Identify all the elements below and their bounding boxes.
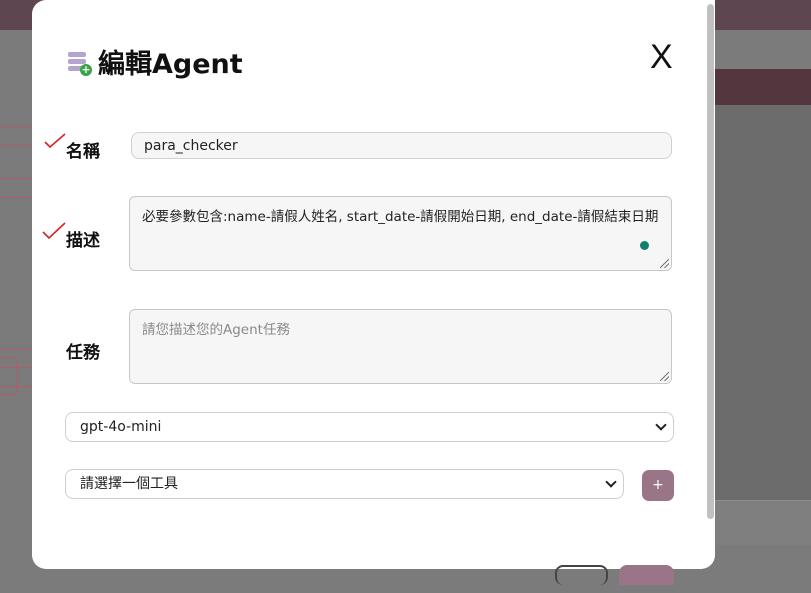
cancel-button[interactable] [555,565,608,585]
model-select[interactable]: gpt-4o-mini [65,412,674,442]
description-textarea[interactable]: 必要參數包含:name-請假人姓名, start_date-請假開始日期, en… [129,196,672,271]
close-button[interactable]: X [650,38,673,77]
status-dot [640,241,649,250]
task-label: 任務 [66,343,100,363]
check-mark-icon [44,133,66,149]
tool-select-value: 請選擇一個工具 [80,476,178,492]
modal-header: + 編輯Agent [68,42,243,81]
background-button [0,357,18,395]
database-add-icon: + [68,49,92,76]
task-textarea[interactable]: 請您描述您的Agent任務 [129,309,672,384]
chevron-down-icon [655,419,667,431]
name-input[interactable]: para_checker [131,132,672,159]
description-label: 描述 [66,231,100,251]
chevron-down-icon [605,476,617,488]
check-mark-icon [42,222,66,240]
add-tool-button[interactable]: + [642,470,674,501]
resize-handle[interactable] [660,372,669,381]
background-panel [715,105,811,500]
description-text: 必要參數包含:name-請假人姓名, start_date-請假開始日期, en… [142,209,659,225]
model-select-value: gpt-4o-mini [80,419,162,435]
name-label: 名稱 [66,142,100,162]
background-header-band [715,69,811,105]
save-button[interactable] [619,565,674,585]
resize-handle[interactable] [660,259,669,268]
edit-agent-modal: + 編輯Agent X 名稱 para_checker 描述 必要參數包含:na… [32,0,715,585]
scrollbar[interactable] [707,4,714,519]
modal-title: 編輯Agent [98,49,243,80]
tool-select[interactable]: 請選擇一個工具 [65,469,624,499]
background-footer-strip [715,500,811,545]
task-placeholder: 請您描述您的Agent任務 [142,322,290,338]
